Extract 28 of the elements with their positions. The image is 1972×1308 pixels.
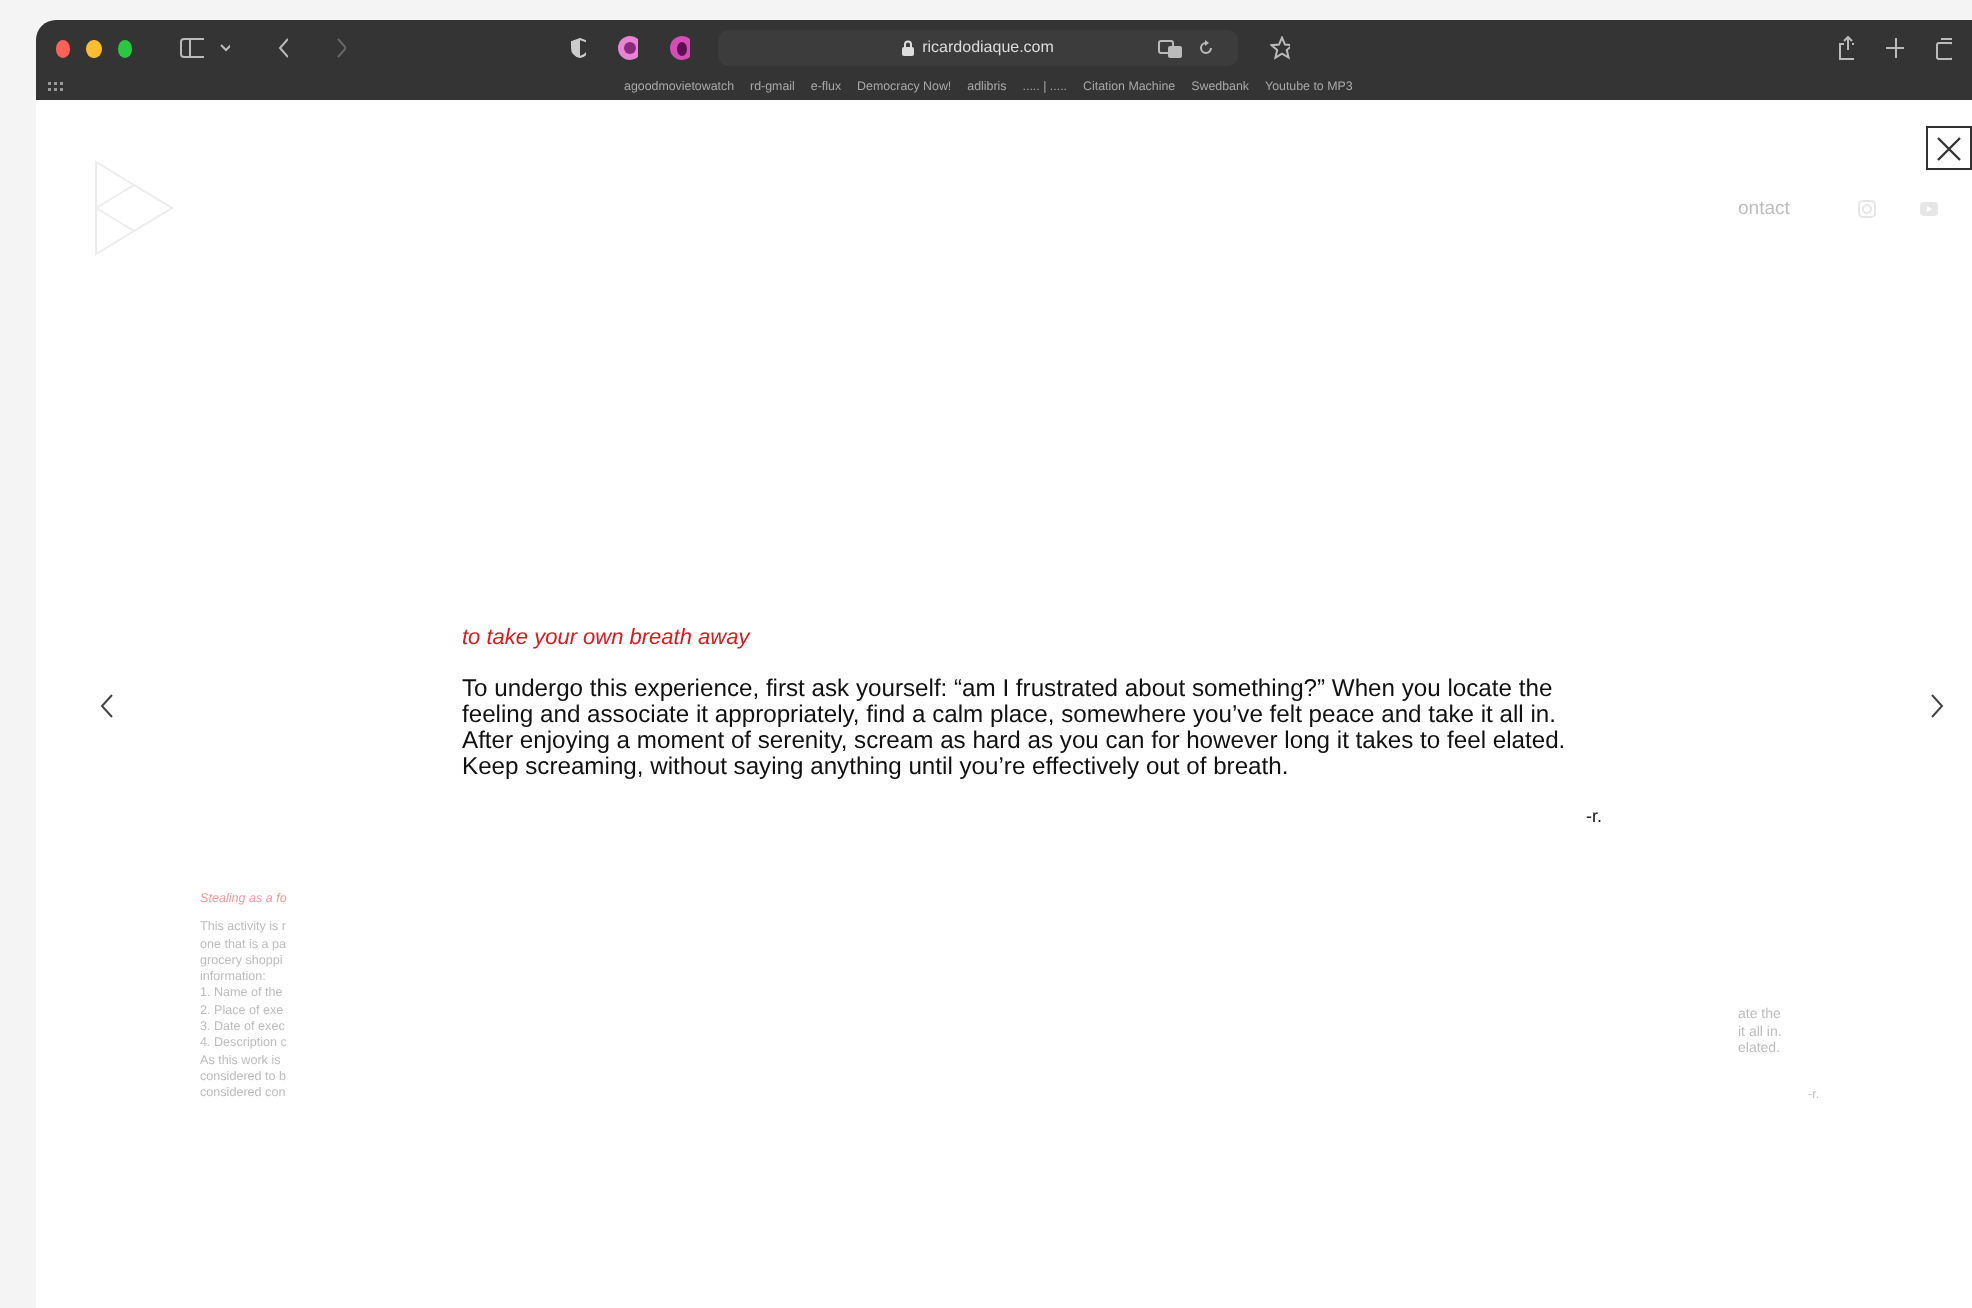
- address-bar[interactable]: ricardodiaque.com: [717, 30, 1239, 66]
- close-icon: [1936, 135, 1962, 161]
- new-tab-icon[interactable]: [1886, 38, 1904, 58]
- translate-icon[interactable]: [1158, 39, 1183, 57]
- previous-button[interactable]: [100, 694, 114, 718]
- chevron-right-icon: [1930, 694, 1944, 718]
- extension-icon[interactable]: [617, 36, 638, 60]
- zoom-button[interactable]: [117, 39, 133, 57]
- shield-icon[interactable]: [569, 38, 586, 58]
- signature-text: -r.: [1586, 804, 1602, 831]
- next-button[interactable]: [1930, 694, 1944, 718]
- close-window-button[interactable]: [56, 39, 71, 57]
- extension-icon[interactable]: [669, 36, 690, 60]
- grid-icon[interactable]: [48, 82, 68, 94]
- url-text: ricardodiaque.com: [922, 36, 1054, 60]
- share-icon[interactable]: [1838, 36, 1855, 60]
- chevron-down-icon[interactable]: [219, 44, 230, 52]
- minimize-button[interactable]: [86, 39, 102, 57]
- sidebar-icon[interactable]: [180, 38, 204, 58]
- star-icon[interactable]: [1270, 36, 1291, 60]
- tabs-overview-icon[interactable]: [1935, 37, 1952, 59]
- post-text: To undergo this experience, first ask yourself: “am I frustrated about something?” When you locate the feeling and associate it appropriately, find a calm place, somewhere you’ve felt peace and take it all in. After enjoying a moment of serenity, scream as hard as you can for however long it takes to feel elated. Keep screaming, without saying anything until you’re effectively out of breath.: [462, 675, 1568, 781]
- chevron-left-icon: [100, 694, 114, 718]
- close-button[interactable]: [1926, 126, 1972, 170]
- lock-icon: [902, 40, 915, 56]
- post-title: to take your own breath away: [462, 624, 753, 654]
- back-icon[interactable]: [277, 38, 288, 58]
- reload-icon[interactable]: [1198, 40, 1215, 56]
